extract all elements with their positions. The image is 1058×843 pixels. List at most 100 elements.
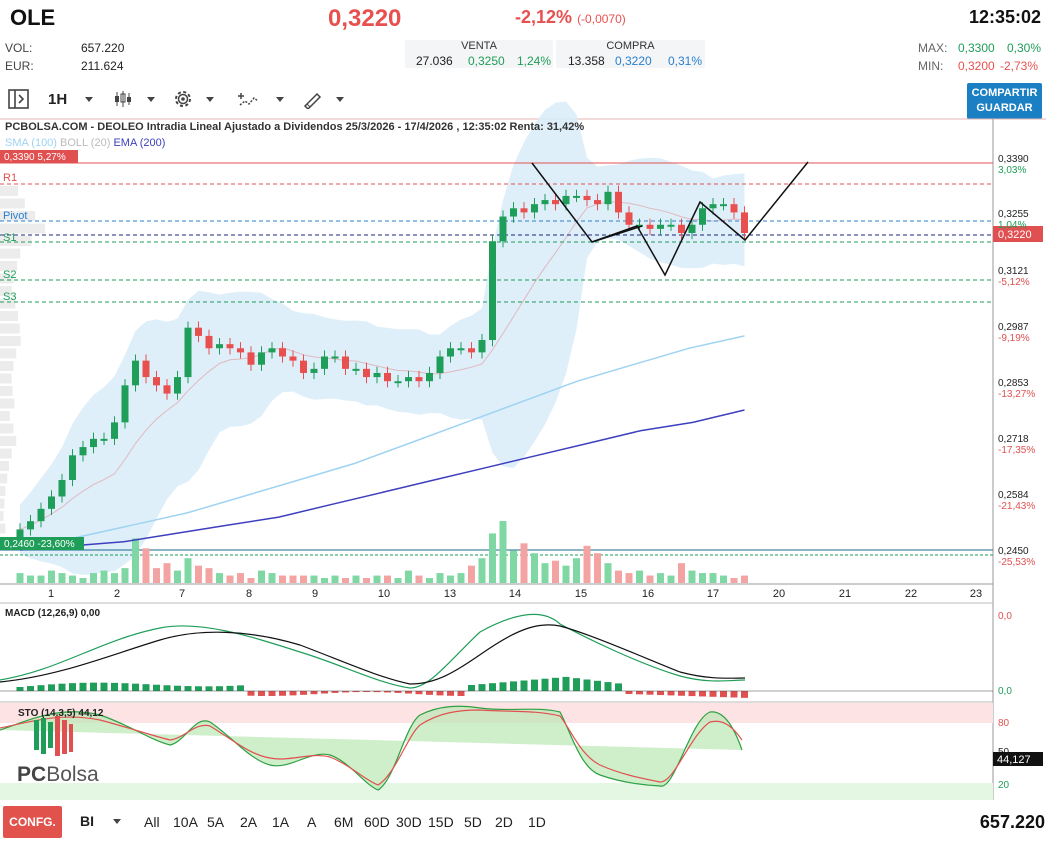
bottom-bar: CONFG. BI All 10A 5A 2A 1A A 6M 60D 30D … [0,804,1058,843]
time-axis-label: 9 [312,588,318,600]
macd-histogram-bar [552,677,559,691]
indicator-legend[interactable]: SMA (100) BOLL (20) EMA (200) [5,137,165,149]
candle-body [489,241,496,341]
candle-body [478,340,486,353]
candle-body [741,212,748,233]
volume-bar [79,578,87,583]
range-a[interactable]: A [307,814,316,830]
candle-body [268,348,276,353]
volume-bar [531,553,538,583]
volume-bar [426,578,433,583]
config-button[interactable]: CONFG. [3,806,62,838]
ema-legend[interactable]: EMA (200) [113,137,165,149]
top-level-tag-text: 0,3390 5,27% [4,152,66,163]
volume-bar [699,573,706,583]
volume-profile-bar [0,511,4,521]
macd-histogram-bar [16,687,24,691]
macd-histogram-bar [289,691,297,696]
candle-body [352,368,360,371]
boll-legend[interactable]: BOLL (20) [60,137,110,149]
range-1a[interactable]: 1A [272,814,289,830]
candle-body [583,195,591,201]
price-label: 0,2584 [998,490,1029,501]
candle-body [69,455,76,481]
volume-bar [373,575,381,583]
candle-body [510,208,517,217]
candle-body [394,381,402,384]
volume-profile-bar [0,398,15,409]
sto-label: STO (14,3,5) 44,12 [18,708,104,719]
candle-body [142,360,150,378]
time-axis-label: 8 [246,588,252,600]
pcbolsa-logo: PCBolsa [17,763,99,786]
macd-histogram-bar [709,691,717,697]
macd-histogram-bar [457,691,465,696]
volume-bar [657,573,664,583]
macd-histogram-bar [562,676,570,691]
time-axis-label: 17 [707,588,719,600]
volume-bar [730,578,738,583]
candle-body [646,224,654,229]
candle-body [195,327,202,336]
bi-select[interactable]: BI [80,813,94,829]
price-pct-label: -25,53% [998,557,1035,568]
range-1d[interactable]: 1D [528,814,546,830]
volume-bar [667,575,675,583]
time-axis-label: 2 [114,588,120,600]
candle-body [163,385,171,394]
volume-bar [646,575,654,583]
macd-label: MACD (12,26,9) 0,00 [5,608,100,619]
candle-body [321,356,328,369]
range-60d[interactable]: 60D [364,814,390,830]
candle-body [562,195,570,205]
macd-histogram-bar [111,682,118,691]
candle-body [678,224,685,233]
macd-histogram-bar [436,691,444,696]
time-axis-label: 7 [179,588,185,600]
range-2d[interactable]: 2D [495,814,513,830]
range-6m[interactable]: 6M [334,814,353,830]
volume-bar [520,543,528,583]
price-label: 0,2450 [998,546,1029,557]
macd-histogram-bar [121,683,129,691]
macd-histogram-bar [247,691,255,696]
volume-bar [16,573,24,583]
range-10a[interactable]: 10A [173,814,198,830]
range-2a[interactable]: 2A [240,814,257,830]
candle-body [604,191,612,205]
volume-bar [48,570,55,583]
candle-body [436,356,444,373]
r1-label: R1 [3,172,17,184]
volume-bar [184,558,192,583]
price-label: 0,2718 [998,434,1029,445]
candle-body [552,200,559,205]
macd-histogram-bar [489,683,496,691]
range-5a[interactable]: 5A [207,814,224,830]
sma-legend[interactable]: SMA (100) [5,137,57,149]
s1-label: S1 [3,232,16,244]
macd-histogram-bar [310,691,318,695]
candle-body [16,529,24,538]
candle-body [174,377,181,394]
candle-body [657,224,664,229]
range-all[interactable]: All [144,814,160,830]
volume-bar [216,573,223,583]
time-axis-label: 14 [509,588,521,600]
macd-histogram-bar [478,684,486,691]
candle-body [226,344,234,349]
candle-body [709,204,717,209]
range-15d[interactable]: 15D [428,814,454,830]
bottom-level-tag-text: 0,2460 -23,60% [4,539,75,550]
chevron-down-icon[interactable] [113,819,121,824]
macd-histogram-bar [279,691,286,696]
macd-histogram-bar [268,691,276,696]
range-5d[interactable]: 5D [464,814,482,830]
pivot-label: Pivot [3,210,27,222]
macd-histogram-bar [604,682,612,691]
range-30d[interactable]: 30D [396,814,422,830]
macd-histogram-bar [48,684,55,691]
candle-body [279,348,286,357]
volume-bar [258,570,265,583]
sto-axis-20: 20 [998,780,1010,791]
volume-bar [300,575,307,583]
